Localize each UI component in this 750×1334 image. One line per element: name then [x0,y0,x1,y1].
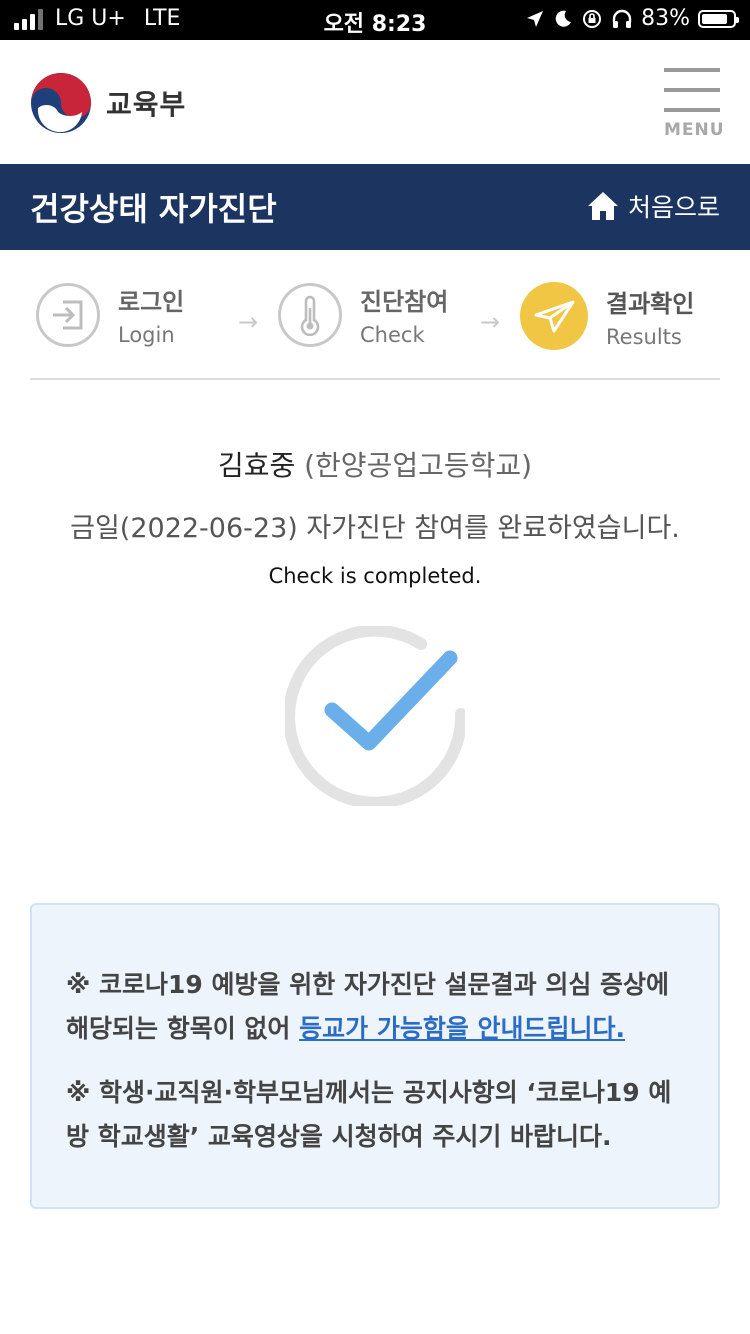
menu-label: MENU [664,120,725,140]
app-header: 교육부 MENU [0,40,750,164]
rotation-lock-icon [583,9,602,28]
menu-bar-icon [664,108,720,112]
title-bar: 건강상태 자가진단 처음으로 [0,164,750,250]
step-results: 결과확인 Results [520,282,694,350]
step-label-ko: 진단참여 [360,288,449,316]
location-icon [527,10,544,27]
step-label-en: Results [606,324,682,349]
page-title: 건강상태 자가진단 [30,190,277,228]
notice-line-1: ※ 코로나19 예방을 위한 자가진단 설문결과 의심 증상에 해당되는 항목이… [66,963,688,1051]
step-label-ko: 로그인 [118,288,185,316]
school-name: (한양공업고등학교) [304,449,533,482]
moon-icon [555,10,572,27]
home-icon [587,192,618,220]
network-type: LTE [143,6,181,31]
progress-steps: 로그인 Login → 진단참여 Check → 결과확인 Results [30,250,720,380]
thermometer-icon [278,282,342,347]
step-label-ko: 결과확인 [606,289,695,318]
notice-line-2: ※ 학생·교직원·학부모님께서는 공지사항의 ‘코로나19 예방 학교생활’ 교… [66,1078,672,1151]
step-label-en: Check [360,323,425,347]
menu-button[interactable]: MENU [664,68,725,140]
headphones-icon [612,9,632,28]
school-attendance-link[interactable]: 등교가 가능함을 안내드립니다. [299,1014,625,1043]
status-left: LG U+ LTE [14,6,180,31]
signal-icon [14,8,43,30]
step-arrow-icon: → [480,308,501,336]
step-check: 진단참여 Check [278,282,448,347]
carrier-name: LG U+ [55,6,126,31]
battery-percent: 83% [641,6,690,31]
send-icon [520,282,588,350]
step-arrow-icon: → [238,308,259,336]
notice-box: ※ 코로나19 예방을 위한 자가진단 설문결과 의심 증상에 해당되는 항목이… [30,903,720,1209]
completion-message-en: Check is completed. [268,564,482,588]
completion-message: 금일(2022-06-23) 자가진단 참여를 완료하였습니다. [70,513,680,544]
menu-bar-icon [664,68,720,72]
step-label-en: Login [118,323,175,347]
login-icon [36,282,100,347]
check-complete-icon [285,626,465,806]
status-bar: LG U+ LTE 오전 8:23 83% [0,0,750,40]
ministry-logo[interactable]: 교육부 [30,72,186,134]
step-login: 로그인 Login [36,282,184,347]
battery-icon [698,9,739,28]
menu-bar-icon [664,88,720,92]
student-name: 김효중 [217,449,296,482]
battery-fill [702,13,727,24]
home-button[interactable]: 처음으로 [586,188,720,224]
home-label: 처음으로 [627,193,720,222]
student-info: 김효중 (한양공업고등학교) [0,444,750,484]
logo-text: 교육부 [106,88,187,121]
taegeuk-logo-icon [31,73,91,133]
status-right: 83% [525,6,739,31]
